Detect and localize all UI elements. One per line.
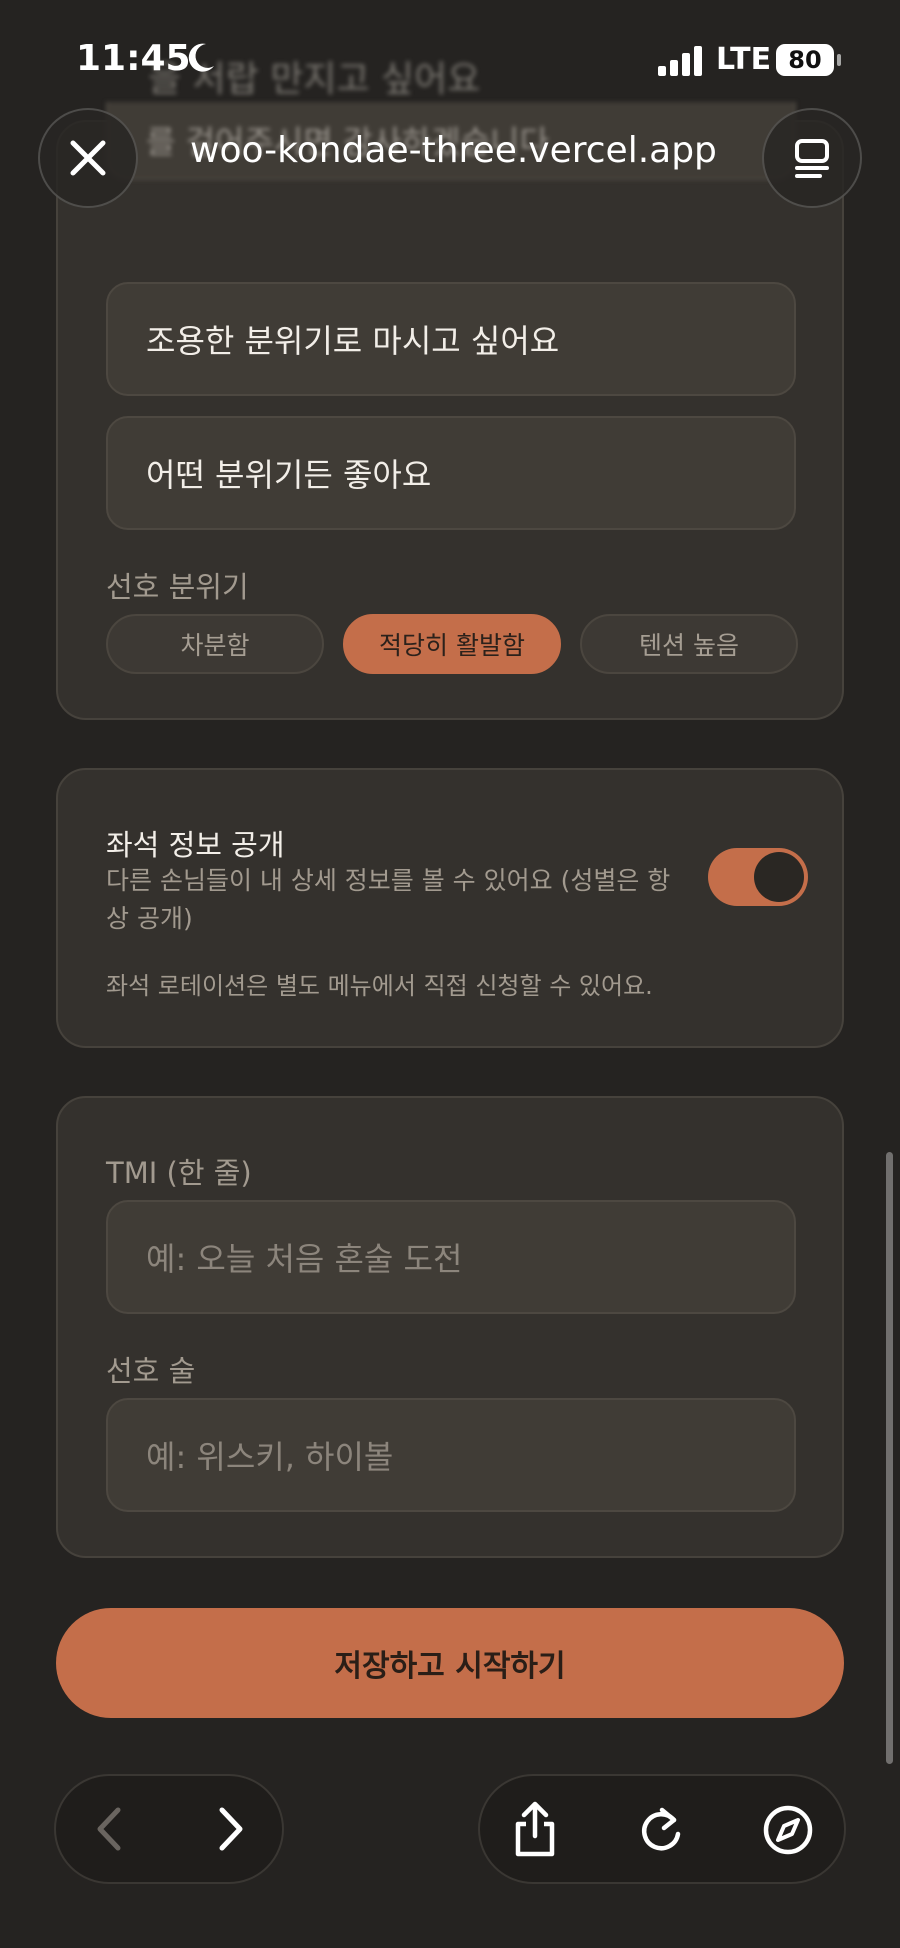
signal-icon <box>658 46 702 76</box>
preferred-drink-placeholder: 예: 위스키, 하이볼 <box>146 1438 394 1476</box>
tmi-placeholder: 예: 오늘 처음 혼술 도전 <box>146 1240 463 1278</box>
url-label[interactable]: woo-kondae-three.vercel.app <box>190 130 717 171</box>
network-label: LTE <box>716 42 772 77</box>
atmosphere-pill-moderate[interactable]: 적당히 활발함 <box>343 614 561 674</box>
preferred-drink-input[interactable]: 예: 위스키, 하이볼 <box>106 1398 796 1512</box>
seat-info-title: 좌석 정보 공개 <box>106 828 285 862</box>
preferred-drink-label: 선호 술 <box>106 1354 196 1388</box>
tmi-input[interactable]: 예: 오늘 처음 혼술 도전 <box>106 1200 796 1314</box>
moon-icon <box>188 43 214 72</box>
battery-icon: 80 <box>776 44 834 76</box>
atmosphere-pill-high[interactable]: 텐션 높음 <box>580 614 798 674</box>
option-label: 어떤 분위기든 좋아요 <box>146 456 432 494</box>
option-any[interactable]: 어떤 분위기든 좋아요 <box>106 416 796 530</box>
compass-icon[interactable] <box>762 1804 814 1856</box>
battery-cap <box>837 54 841 66</box>
profile-card: TMI (한 줄) 예: 오늘 처음 혼술 도전 선호 술 예: 위스키, 하이… <box>56 1096 844 1558</box>
close-button[interactable] <box>38 108 138 208</box>
seat-info-description: 다른 손님들이 내 상세 정보를 볼 수 있어요 (성별은 항상 공개) <box>106 866 671 933</box>
tabs-button[interactable] <box>762 108 862 208</box>
seat-info-toggle[interactable] <box>708 848 808 906</box>
share-icon[interactable] <box>510 1800 560 1858</box>
chevron-right-icon[interactable] <box>208 1804 252 1854</box>
status-time: 11:45 <box>76 38 191 79</box>
preferred-atmosphere-label: 선호 분위기 <box>106 570 249 604</box>
option-quiet[interactable]: 조용한 분위기로 마시고 싶어요 <box>106 282 796 396</box>
page: 을 서랍 만지고 싶어요 를 걸어주시면 감사하겠습니다 조용한 분위기로 마시… <box>0 0 900 1948</box>
tmi-label: TMI (한 줄) <box>106 1156 252 1190</box>
history-nav <box>54 1774 284 1884</box>
reload-icon[interactable] <box>636 1802 686 1856</box>
seat-rotation-note: 좌석 로테이션은 별도 메뉴에서 직접 신청할 수 있어요. <box>106 972 653 1000</box>
battery-level: 80 <box>788 46 822 74</box>
chevron-left-icon[interactable] <box>88 1804 132 1854</box>
close-icon <box>70 140 106 176</box>
atmosphere-card: 를 걸어주시면 감사하겠습니다 조용한 분위기로 마시고 싶어요 어떤 분위기든… <box>56 102 844 720</box>
scrollbar[interactable] <box>886 1152 893 1764</box>
atmosphere-pill-calm[interactable]: 차분함 <box>106 614 324 674</box>
actions-nav <box>478 1774 846 1884</box>
save-and-start-button[interactable]: 저장하고 시작하기 <box>56 1608 844 1718</box>
tabs-icon <box>795 139 829 178</box>
status-bar: 11:45 LTE 80 <box>0 0 900 110</box>
seat-info-card: 좌석 정보 공개 다른 손님들이 내 상세 정보를 볼 수 있어요 (성별은 항… <box>56 768 844 1048</box>
option-label: 조용한 분위기로 마시고 싶어요 <box>146 322 560 360</box>
toggle-knob <box>754 852 804 902</box>
